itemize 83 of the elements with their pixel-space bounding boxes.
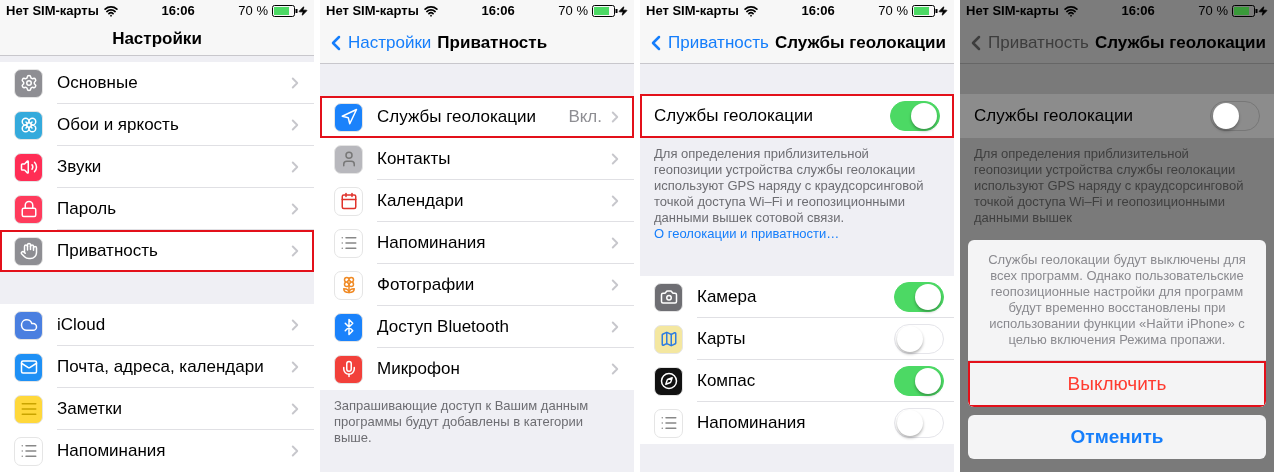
row-label: iCloud (57, 313, 107, 336)
toggle-switch[interactable] (894, 365, 944, 396)
wifi-icon (1063, 4, 1078, 18)
settings-row[interactable]: Почта, адреса, календари (0, 346, 314, 388)
wifi-icon (423, 4, 438, 18)
charging-icon (1258, 5, 1268, 17)
row-label: Напоминания (57, 440, 167, 463)
cancel-button[interactable]: Отменить (968, 415, 1266, 459)
carrier-name: Нет SIM-карты (966, 2, 1059, 21)
row-label: Заметки (57, 397, 124, 420)
description-text: Для определения приблизительной геопозиции устройства службы геолокации используют GPS наряду с краудсорсинговой точкой доступа Wi–Fi и геопозиционными данными вышек сотовой связи. (654, 146, 925, 226)
row-label: Карты (697, 327, 747, 350)
row-label: Напоминания (697, 412, 807, 435)
settings-row[interactable]: Обои и яркость (0, 104, 314, 146)
location-services-row[interactable]: Службы геолокации (640, 94, 954, 138)
settings-row[interactable]: Звуки (0, 146, 314, 188)
back-button[interactable]: Приватность (644, 29, 769, 56)
screen-title: Службы геолокации (1094, 31, 1266, 54)
row-label: Микрофон (377, 358, 461, 381)
description-text: Для определения приблизительной геопозиции устройства службы геолокации используют GPS наряду с краудсорсинговой точкой доступа Wi–Fi и геопозиционными данными вышек (973, 145, 1245, 226)
battery-icon (592, 5, 618, 17)
row-label: Компас (697, 369, 757, 392)
battery-percent: 70 % (878, 2, 908, 21)
settings-row[interactable]: Доступ Bluetooth (320, 306, 634, 348)
row-label: Службы геолокации (974, 105, 1135, 128)
row-label: Основные (57, 71, 139, 94)
status-time: 16:06 (1121, 2, 1155, 21)
row-label: Пароль (57, 197, 117, 220)
status-time: 16:06 (801, 2, 835, 21)
row-label: Почта, адреса, календари (57, 355, 265, 378)
settings-row[interactable]: iCloud (0, 304, 314, 346)
toggle-switch[interactable] (894, 281, 944, 312)
back-button[interactable]: Настройки (324, 29, 432, 56)
battery-icon (912, 5, 938, 17)
settings-row[interactable]: Пароль (0, 188, 314, 230)
row-label: Службы геолокации (377, 105, 538, 128)
settings-row[interactable]: Приватность (0, 230, 314, 272)
row-label: Фотографии (377, 273, 476, 296)
row-label: Службы геолокации (654, 105, 815, 128)
row-label: Обои и яркость (57, 113, 180, 136)
settings-row[interactable]: Компас (640, 360, 954, 402)
battery-percent: 70 % (1198, 2, 1228, 21)
settings-row[interactable]: Напоминания (0, 430, 314, 472)
screen-title: Приватность (437, 31, 548, 54)
status-time: 16:06 (161, 2, 195, 21)
row-label: Контакты (377, 147, 452, 170)
row-label: Приватность (57, 240, 159, 263)
carrier-name: Нет SIM-карты (6, 2, 99, 21)
wifi-icon (103, 4, 118, 18)
settings-row[interactable]: Заметки (0, 388, 314, 430)
footer-note: Запрашивающие доступ к Вашим данным программы будут добавлены в категории выше. (333, 397, 590, 446)
settings-row[interactable]: Камера (640, 276, 954, 318)
settings-row[interactable]: Карты (640, 318, 954, 360)
row-label: Звуки (57, 155, 103, 178)
carrier-name: Нет SIM-карты (326, 2, 419, 21)
wifi-icon (743, 4, 758, 18)
screen-title: Настройки (112, 27, 202, 50)
battery-icon (1232, 5, 1258, 17)
location-services-row[interactable]: Службы геолокации (960, 94, 1274, 138)
settings-row[interactable]: Основные (0, 62, 314, 104)
row-label: Напоминания (377, 231, 487, 254)
settings-row[interactable]: Напоминания (640, 402, 954, 444)
row-label: Календари (377, 189, 465, 212)
battery-percent: 70 % (558, 2, 588, 21)
toggle-switch[interactable] (1210, 101, 1260, 131)
battery-icon (272, 5, 298, 17)
carrier-name: Нет SIM-карты (646, 2, 739, 21)
settings-row[interactable]: Фотографии (320, 264, 634, 306)
settings-row[interactable]: Календари (320, 180, 634, 222)
row-label: Камера (697, 285, 758, 308)
row-value: Вкл. (568, 105, 602, 128)
status-time: 16:06 (481, 2, 515, 21)
battery-percent: 70 % (238, 2, 268, 21)
settings-row[interactable]: Контакты (320, 138, 634, 180)
screen-title: Службы геолокации (774, 31, 946, 54)
charging-icon (618, 5, 628, 17)
settings-row[interactable]: Службы геолокации Вкл. (320, 96, 634, 138)
row-label: Доступ Bluetooth (377, 315, 510, 338)
charging-icon (938, 5, 948, 17)
toggle-switch[interactable] (890, 101, 940, 131)
charging-icon (298, 5, 308, 17)
settings-row[interactable]: Микрофон (320, 348, 634, 390)
settings-row[interactable]: Напоминания (320, 222, 634, 264)
